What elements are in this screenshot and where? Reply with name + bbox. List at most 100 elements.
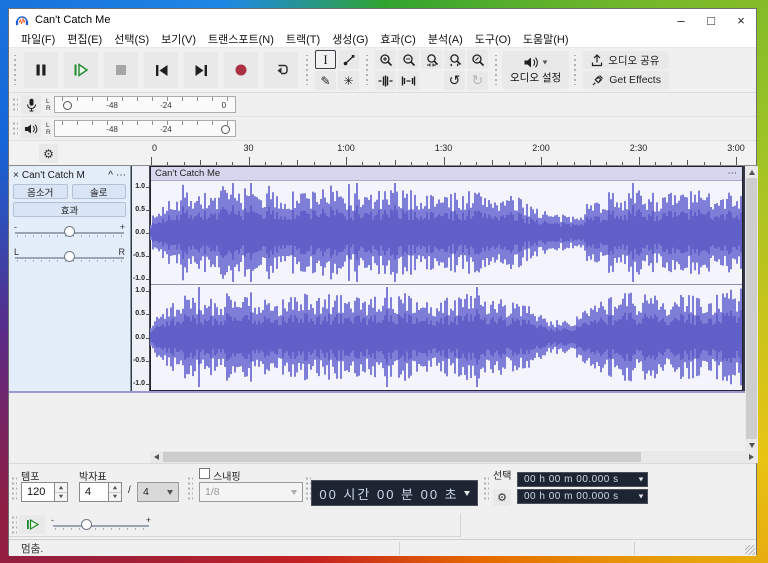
toolbar-grip[interactable] xyxy=(483,476,489,502)
clip-header[interactable]: Can't Catch Me ⋯ xyxy=(151,167,742,181)
tempo-spinner[interactable] xyxy=(55,482,68,502)
toolbar-grip[interactable] xyxy=(11,476,17,502)
toolbar-grip[interactable] xyxy=(12,120,18,137)
pause-button[interactable] xyxy=(24,52,58,88)
track-area: × Can't Catch M ^ ⋯ 음소거 솔로 효과 - + L R 1.… xyxy=(9,166,745,393)
share-audio-button[interactable]: 오디오 공유 xyxy=(583,51,669,69)
speed-slider-thumb[interactable] xyxy=(81,519,92,530)
selection-options-button[interactable]: ⚙ xyxy=(493,489,511,506)
effects-button[interactable]: 효과 xyxy=(13,202,126,217)
track-name[interactable]: Can't Catch M xyxy=(22,170,105,181)
menu-item-6[interactable]: 트랙(T) xyxy=(280,30,326,48)
track-close-icon[interactable]: × xyxy=(13,170,19,181)
envelope-tool-button[interactable] xyxy=(338,50,359,69)
tempo-input[interactable]: 120 xyxy=(21,482,55,502)
clip-ring-icon xyxy=(220,125,230,134)
menu-item-3[interactable]: 선택(S) xyxy=(108,30,155,48)
toolbar-grip[interactable] xyxy=(572,55,579,85)
gain-slider[interactable]: - + xyxy=(13,222,126,240)
playback-speed-slider[interactable]: - + xyxy=(51,515,151,534)
selection-tool-button[interactable]: I xyxy=(315,50,336,69)
play-button[interactable] xyxy=(64,52,98,88)
snap-mode-select[interactable]: 1/8 xyxy=(199,482,303,502)
title-bar[interactable]: Can't Catch Me – □ × xyxy=(9,9,756,31)
gain-slider-thumb[interactable] xyxy=(63,226,75,237)
horizontal-scrollbar[interactable] xyxy=(150,451,758,463)
zoom-toggle-button[interactable] xyxy=(467,50,488,69)
multi-tool-button[interactable]: ✳ xyxy=(338,71,359,90)
trim-audio-button[interactable] xyxy=(375,71,396,90)
vertical-scale-ruler[interactable]: 1.0 0.5 0.0 -0.5 -1.0 1.0 0.5 0.0 -0.5 -1.0 xyxy=(132,166,150,391)
scroll-right-button[interactable] xyxy=(745,451,758,463)
mute-button[interactable]: 음소거 xyxy=(13,184,68,199)
redo-button[interactable]: ↻ xyxy=(467,71,488,90)
loop-button[interactable] xyxy=(264,52,298,88)
vertical-scrollbar[interactable] xyxy=(745,166,758,451)
play-at-speed-button[interactable] xyxy=(19,515,45,534)
play-meter-bar[interactable]: -48 -24 xyxy=(53,120,236,137)
pan-slider-thumb[interactable] xyxy=(63,251,75,262)
skip-to-start-button[interactable] xyxy=(144,52,178,88)
snapping-checkbox[interactable] xyxy=(199,468,210,479)
track-collapse-icon[interactable]: ^ xyxy=(108,170,113,181)
timeline-ruler[interactable]: ⚙ 0 30 1:00 1:30 2:00 2:30 3:00 xyxy=(9,141,756,166)
zoom-fit-button[interactable] xyxy=(444,50,465,69)
scroll-left-button[interactable] xyxy=(150,451,163,463)
close-button[interactable]: × xyxy=(726,9,756,31)
track-menu-icon[interactable]: ⋯ xyxy=(116,170,126,181)
play-meter-button[interactable] xyxy=(21,119,41,138)
silence-audio-button[interactable] xyxy=(398,71,419,90)
get-effects-button[interactable]: Get Effects xyxy=(583,71,669,89)
scroll-down-button[interactable] xyxy=(745,439,758,451)
audio-setup-button[interactable]: 오디오 설정 xyxy=(502,51,570,89)
skip-to-end-button[interactable] xyxy=(184,52,218,88)
time-display[interactable]: 00 시간 00 분 00 초 xyxy=(311,480,478,506)
resize-grip[interactable] xyxy=(745,545,755,555)
clip-menu-icon[interactable]: ⋯ xyxy=(728,168,739,179)
selection-end-field[interactable]: 00 h 00 m 00.000 s xyxy=(517,489,648,504)
menu-item-5[interactable]: 트랜스포트(N) xyxy=(202,30,280,48)
toolbar-grip[interactable] xyxy=(304,55,310,85)
solo-button[interactable]: 솔로 xyxy=(71,184,126,199)
zoom-out-button[interactable] xyxy=(398,50,419,69)
scroll-up-button[interactable] xyxy=(745,166,758,178)
vertical-scrollbar-thumb[interactable] xyxy=(746,178,757,439)
menu-item-10[interactable]: 도구(O) xyxy=(469,30,517,48)
toolbar-grip[interactable] xyxy=(364,55,370,85)
selection-start-field[interactable]: 00 h 00 m 00.000 s xyxy=(517,472,648,487)
menu-item-1[interactable]: 파일(F) xyxy=(15,30,61,48)
menu-item-7[interactable]: 생성(G) xyxy=(326,30,374,48)
draw-tool-button[interactable]: ✎ xyxy=(315,71,336,90)
toolbar-grip[interactable] xyxy=(12,55,18,85)
timesig-upper-input[interactable]: 4 xyxy=(79,482,109,502)
menu-item-11[interactable]: 도움말(H) xyxy=(517,30,575,48)
menu-item-4[interactable]: 보기(V) xyxy=(155,30,202,48)
toolbar-grip[interactable] xyxy=(11,515,17,534)
horizontal-scrollbar-thumb[interactable] xyxy=(163,452,641,462)
timeline-scale[interactable]: 0 30 1:00 1:30 2:00 2:30 3:00 xyxy=(150,141,745,165)
menu-item-2[interactable]: 편집(E) xyxy=(61,30,108,48)
record-meter-button[interactable] xyxy=(21,95,41,114)
timesig-spinner[interactable] xyxy=(109,482,122,502)
track-control-panel[interactable]: × Can't Catch M ^ ⋯ 음소거 솔로 효과 - + L R xyxy=(9,166,131,391)
zoom-selection-button[interactable] xyxy=(421,50,442,69)
audio-clip[interactable]: Can't Catch Me ⋯ xyxy=(150,166,743,391)
timesig-lower-select[interactable]: 4 xyxy=(137,482,179,502)
toolbar-grip[interactable] xyxy=(187,476,193,502)
menu-item-8[interactable]: 효과(C) xyxy=(374,30,422,48)
minimize-button[interactable]: – xyxy=(666,9,696,31)
undo-button[interactable]: ↺ xyxy=(444,71,465,90)
timeline-options-button[interactable]: ⚙ xyxy=(39,144,58,163)
maximize-button[interactable]: □ xyxy=(696,9,726,31)
toolbar-grip[interactable] xyxy=(12,96,18,113)
pan-slider[interactable]: L R xyxy=(13,247,126,265)
stop-button[interactable] xyxy=(104,52,138,88)
timesig-divider: / xyxy=(128,485,131,496)
timeline-major-tick xyxy=(151,157,152,165)
record-meter-bar[interactable]: -48 -24 0 xyxy=(53,96,236,113)
dropdown-arrow-icon xyxy=(638,494,644,499)
record-button[interactable] xyxy=(224,52,258,88)
zoom-in-button[interactable] xyxy=(375,50,396,69)
menu-item-9[interactable]: 분석(A) xyxy=(422,30,469,48)
toolbar-grip[interactable] xyxy=(493,55,499,85)
